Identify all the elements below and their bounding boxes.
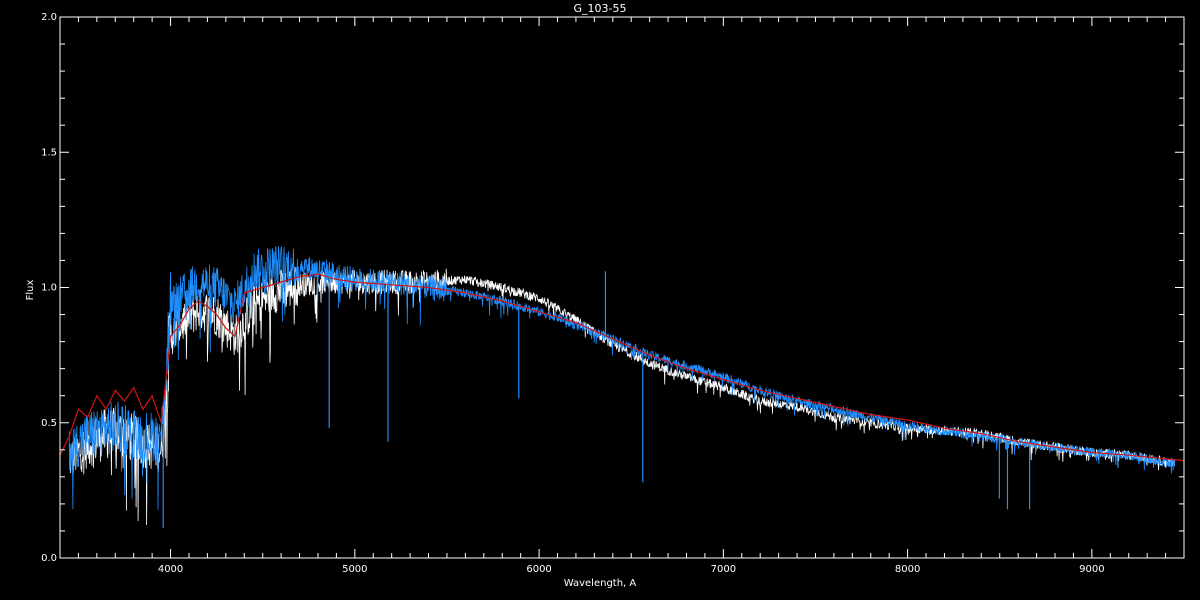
x-tick-label: 9000 (1079, 564, 1104, 575)
x-tick-label: 5000 (342, 564, 367, 575)
y-tick-label: 0.0 (41, 553, 57, 564)
chart-title: G_103-55 (574, 2, 627, 15)
y-axis-label: Flux (25, 280, 36, 301)
x-tick-label: 6000 (526, 564, 551, 575)
y-tick-label: 1.5 (41, 147, 57, 158)
y-tick-label: 0.5 (41, 418, 57, 429)
x-tick-label: 7000 (711, 564, 736, 575)
y-tick-label: 2.0 (41, 12, 57, 23)
x-tick-label: 4000 (158, 564, 183, 575)
x-axis-label: Wavelength, A (564, 578, 637, 589)
x-tick-label: 8000 (895, 564, 920, 575)
spectrum-chart: 4000 5000 6000 7000 8000 90000.00.51.01.52.0 … (0, 0, 1200, 600)
y-tick-label: 1.0 (41, 283, 57, 294)
